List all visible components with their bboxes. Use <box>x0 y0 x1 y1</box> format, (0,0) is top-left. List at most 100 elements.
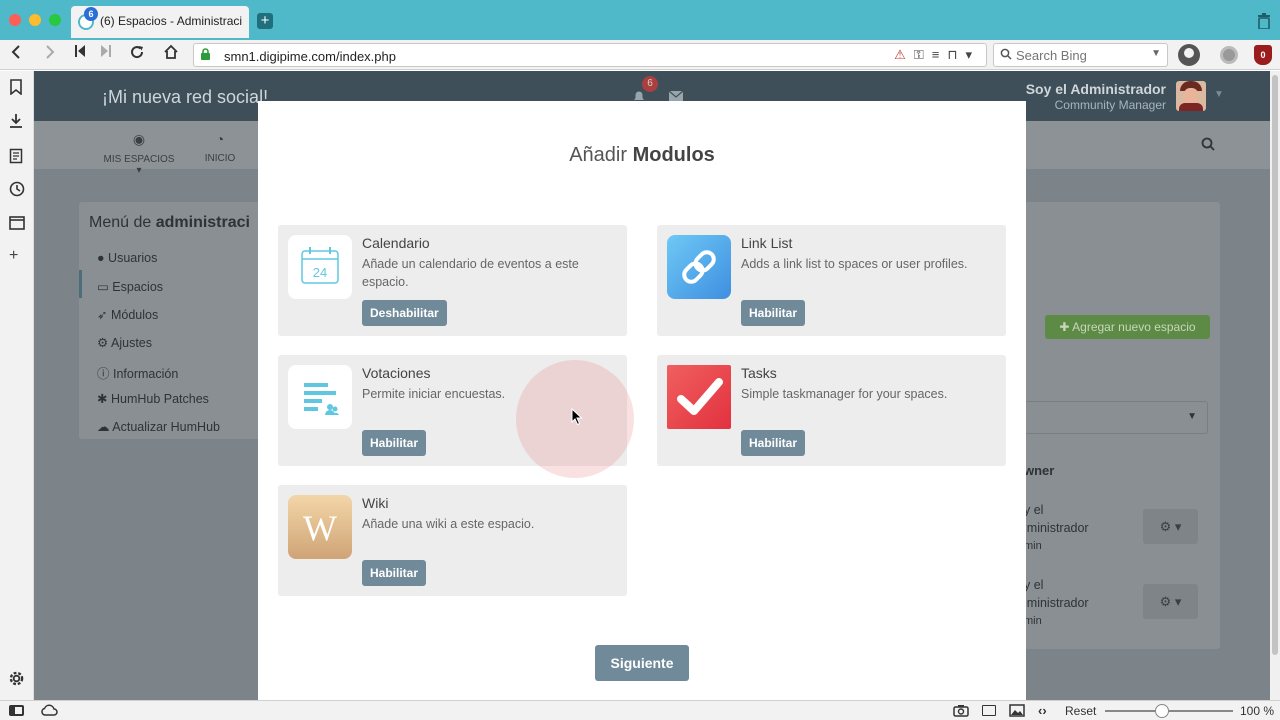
search-icon <box>1000 48 1012 63</box>
network-name[interactable]: ¡Mi nueva red social! <box>102 87 268 108</box>
add-space-button[interactable]: ✚ Agregar nuevo espacio <box>1045 315 1210 339</box>
reader-icon[interactable]: ≡ <box>932 47 948 62</box>
browser-status-bar: ‹› Reset 100 % <box>0 700 1280 720</box>
admin-item-settings[interactable]: ⚙ Ajustes <box>97 335 152 350</box>
owner-column-header: wner <box>1024 463 1055 478</box>
admin-menu-title: Menú de administraci <box>89 214 250 231</box>
history-panel-icon[interactable] <box>9 181 25 200</box>
module-name: Calendario <box>362 235 430 251</box>
module-description: Simple taskmanager for your spaces. <box>741 387 948 401</box>
admin-item-users[interactable]: ● Usuarios <box>97 251 157 265</box>
mouse-cursor-icon <box>571 407 583 426</box>
owner-row: y el lministrador min <box>1024 503 1089 552</box>
address-bar[interactable]: smn1.digipime.com/index.php ⚠⚿≡⊓▾ <box>193 43 987 67</box>
dropdown-icon[interactable]: ▾ <box>965 47 980 62</box>
rewind-icon[interactable] <box>70 44 90 63</box>
user-icon: ● <box>97 251 105 265</box>
wiki-icon: W <box>288 495 352 559</box>
tab-title: (6) Espacios - Administraci <box>100 14 243 28</box>
admin-item-update[interactable]: ☁ Actualizar HumHub <box>97 419 220 434</box>
maximize-window-button[interactable] <box>49 14 61 26</box>
downloads-panel-icon[interactable] <box>9 113 23 132</box>
alert-lock-icon[interactable]: ⚠ <box>894 47 914 62</box>
admin-item-spaces[interactable]: ▭ Espacios <box>97 279 163 294</box>
bug-icon: ✱ <box>97 392 108 406</box>
ublock-icon[interactable]: 0 <box>1254 45 1272 65</box>
zoom-reset-button[interactable]: Reset <box>1065 704 1096 718</box>
new-tab-button[interactable]: + <box>257 13 273 29</box>
code-icon[interactable]: ‹› <box>1038 703 1047 718</box>
rocket-icon: ➶ <box>97 308 108 322</box>
trash-icon[interactable] <box>1257 13 1271 33</box>
plus-icon: ✚ <box>1059 320 1070 334</box>
info-icon: ⓘ <box>97 367 110 381</box>
page-scrollbar[interactable] <box>1270 71 1280 700</box>
target-icon: ◉ <box>132 131 146 147</box>
zoom-level: 100 % <box>1240 704 1275 718</box>
image-icon[interactable] <box>1009 704 1025 720</box>
module-name: Votaciones <box>362 365 431 381</box>
avatar[interactable] <box>1176 81 1206 111</box>
admin-item-information[interactable]: ⓘ Información <box>97 363 178 382</box>
window-panel-icon[interactable] <box>9 216 25 233</box>
browser-tab-bar: 6 (6) Espacios - Administraci + <box>0 0 1280 40</box>
profile-icon[interactable] <box>1178 44 1200 66</box>
cloud-sync-icon[interactable] <box>40 703 58 720</box>
calendar-icon: 24 <box>288 235 352 299</box>
wiki-letter: W <box>303 508 337 548</box>
my-spaces-menu[interactable]: ◉ MIS ESPACIOS ▾ <box>100 131 178 176</box>
user-role: Community Manager <box>1054 98 1166 112</box>
zoom-slider-thumb[interactable] <box>1155 704 1169 718</box>
enable-wiki-button[interactable]: Habilitar <box>362 560 427 586</box>
my-spaces-label: MIS ESPACIOS <box>103 154 175 165</box>
minimize-window-button[interactable] <box>29 14 41 26</box>
camera-icon[interactable] <box>953 704 969 720</box>
home-label: INICIO <box>204 153 236 164</box>
bookmarks-panel-icon[interactable] <box>9 79 23 98</box>
scrollbar-thumb[interactable] <box>1272 75 1278 655</box>
search-box[interactable]: ▼ <box>993 43 1168 67</box>
settings-icon[interactable] <box>9 671 24 689</box>
chevron-down-icon: ▼ <box>1187 411 1197 422</box>
forward-button[interactable] <box>40 44 60 65</box>
row-actions-button[interactable]: ⚙ ▾ <box>1143 509 1198 544</box>
module-description: Añade una wiki a este espacio. <box>362 517 535 531</box>
search-icon[interactable] <box>1201 137 1215 155</box>
admin-item-modules[interactable]: ➶ Módulos <box>97 307 158 322</box>
user-name[interactable]: Soy el Administrador <box>1026 81 1166 97</box>
notes-panel-icon[interactable] <box>9 148 23 167</box>
address-bar-actions[interactable]: ⚠⚿≡⊓▾ <box>894 47 980 63</box>
settings-gear-icon[interactable] <box>1220 46 1238 64</box>
enable-polls-button[interactable]: Habilitar <box>362 430 427 456</box>
close-window-button[interactable] <box>9 14 21 26</box>
toggle-panel-icon[interactable] <box>9 705 24 716</box>
admin-menu-panel: Menú de administraci ● Usuarios ▭ Espaci… <box>79 202 279 439</box>
row-actions-button[interactable]: ⚙ ▾ <box>1143 584 1198 619</box>
checkmark-icon <box>667 365 731 429</box>
bookmark-icon[interactable]: ⊓ <box>947 47 965 62</box>
page-content: ¡Mi nueva red social! 6 Soy el Administr… <box>34 71 1270 700</box>
back-button[interactable] <box>6 44 26 65</box>
filter-dropdown[interactable]: ▼ <box>1024 401 1208 434</box>
admin-item-patches[interactable]: ✱ HumHub Patches <box>97 391 209 406</box>
search-engine-dropdown-icon[interactable]: ▼ <box>1151 48 1161 59</box>
key-icon[interactable]: ⚿ <box>914 47 932 62</box>
enable-linklist-button[interactable]: Habilitar <box>741 300 806 326</box>
url-text: smn1.digipime.com/index.php <box>224 49 396 64</box>
dashboard-icon: ◔ <box>215 131 225 147</box>
module-card-tasks: Tasks Simple taskmanager for your spaces… <box>657 355 1006 466</box>
tile-icon[interactable] <box>982 705 996 716</box>
inbox-icon: ▭ <box>97 280 109 294</box>
zoom-slider[interactable] <box>1105 704 1233 718</box>
home-icon[interactable] <box>161 44 181 65</box>
add-panel-icon[interactable]: + <box>9 247 18 265</box>
fast-forward-icon[interactable] <box>96 44 116 63</box>
search-input[interactable] <box>1016 46 1156 64</box>
reload-icon[interactable] <box>127 44 147 65</box>
disable-calendar-button[interactable]: Deshabilitar <box>362 300 447 326</box>
next-button[interactable]: Siguiente <box>595 645 689 681</box>
home-nav-item[interactable]: ◔ INICIO <box>198 131 242 164</box>
browser-tab[interactable]: 6 (6) Espacios - Administraci <box>71 6 249 38</box>
enable-tasks-button[interactable]: Habilitar <box>741 430 806 456</box>
user-menu-caret-icon[interactable]: ▼ <box>1214 89 1224 100</box>
